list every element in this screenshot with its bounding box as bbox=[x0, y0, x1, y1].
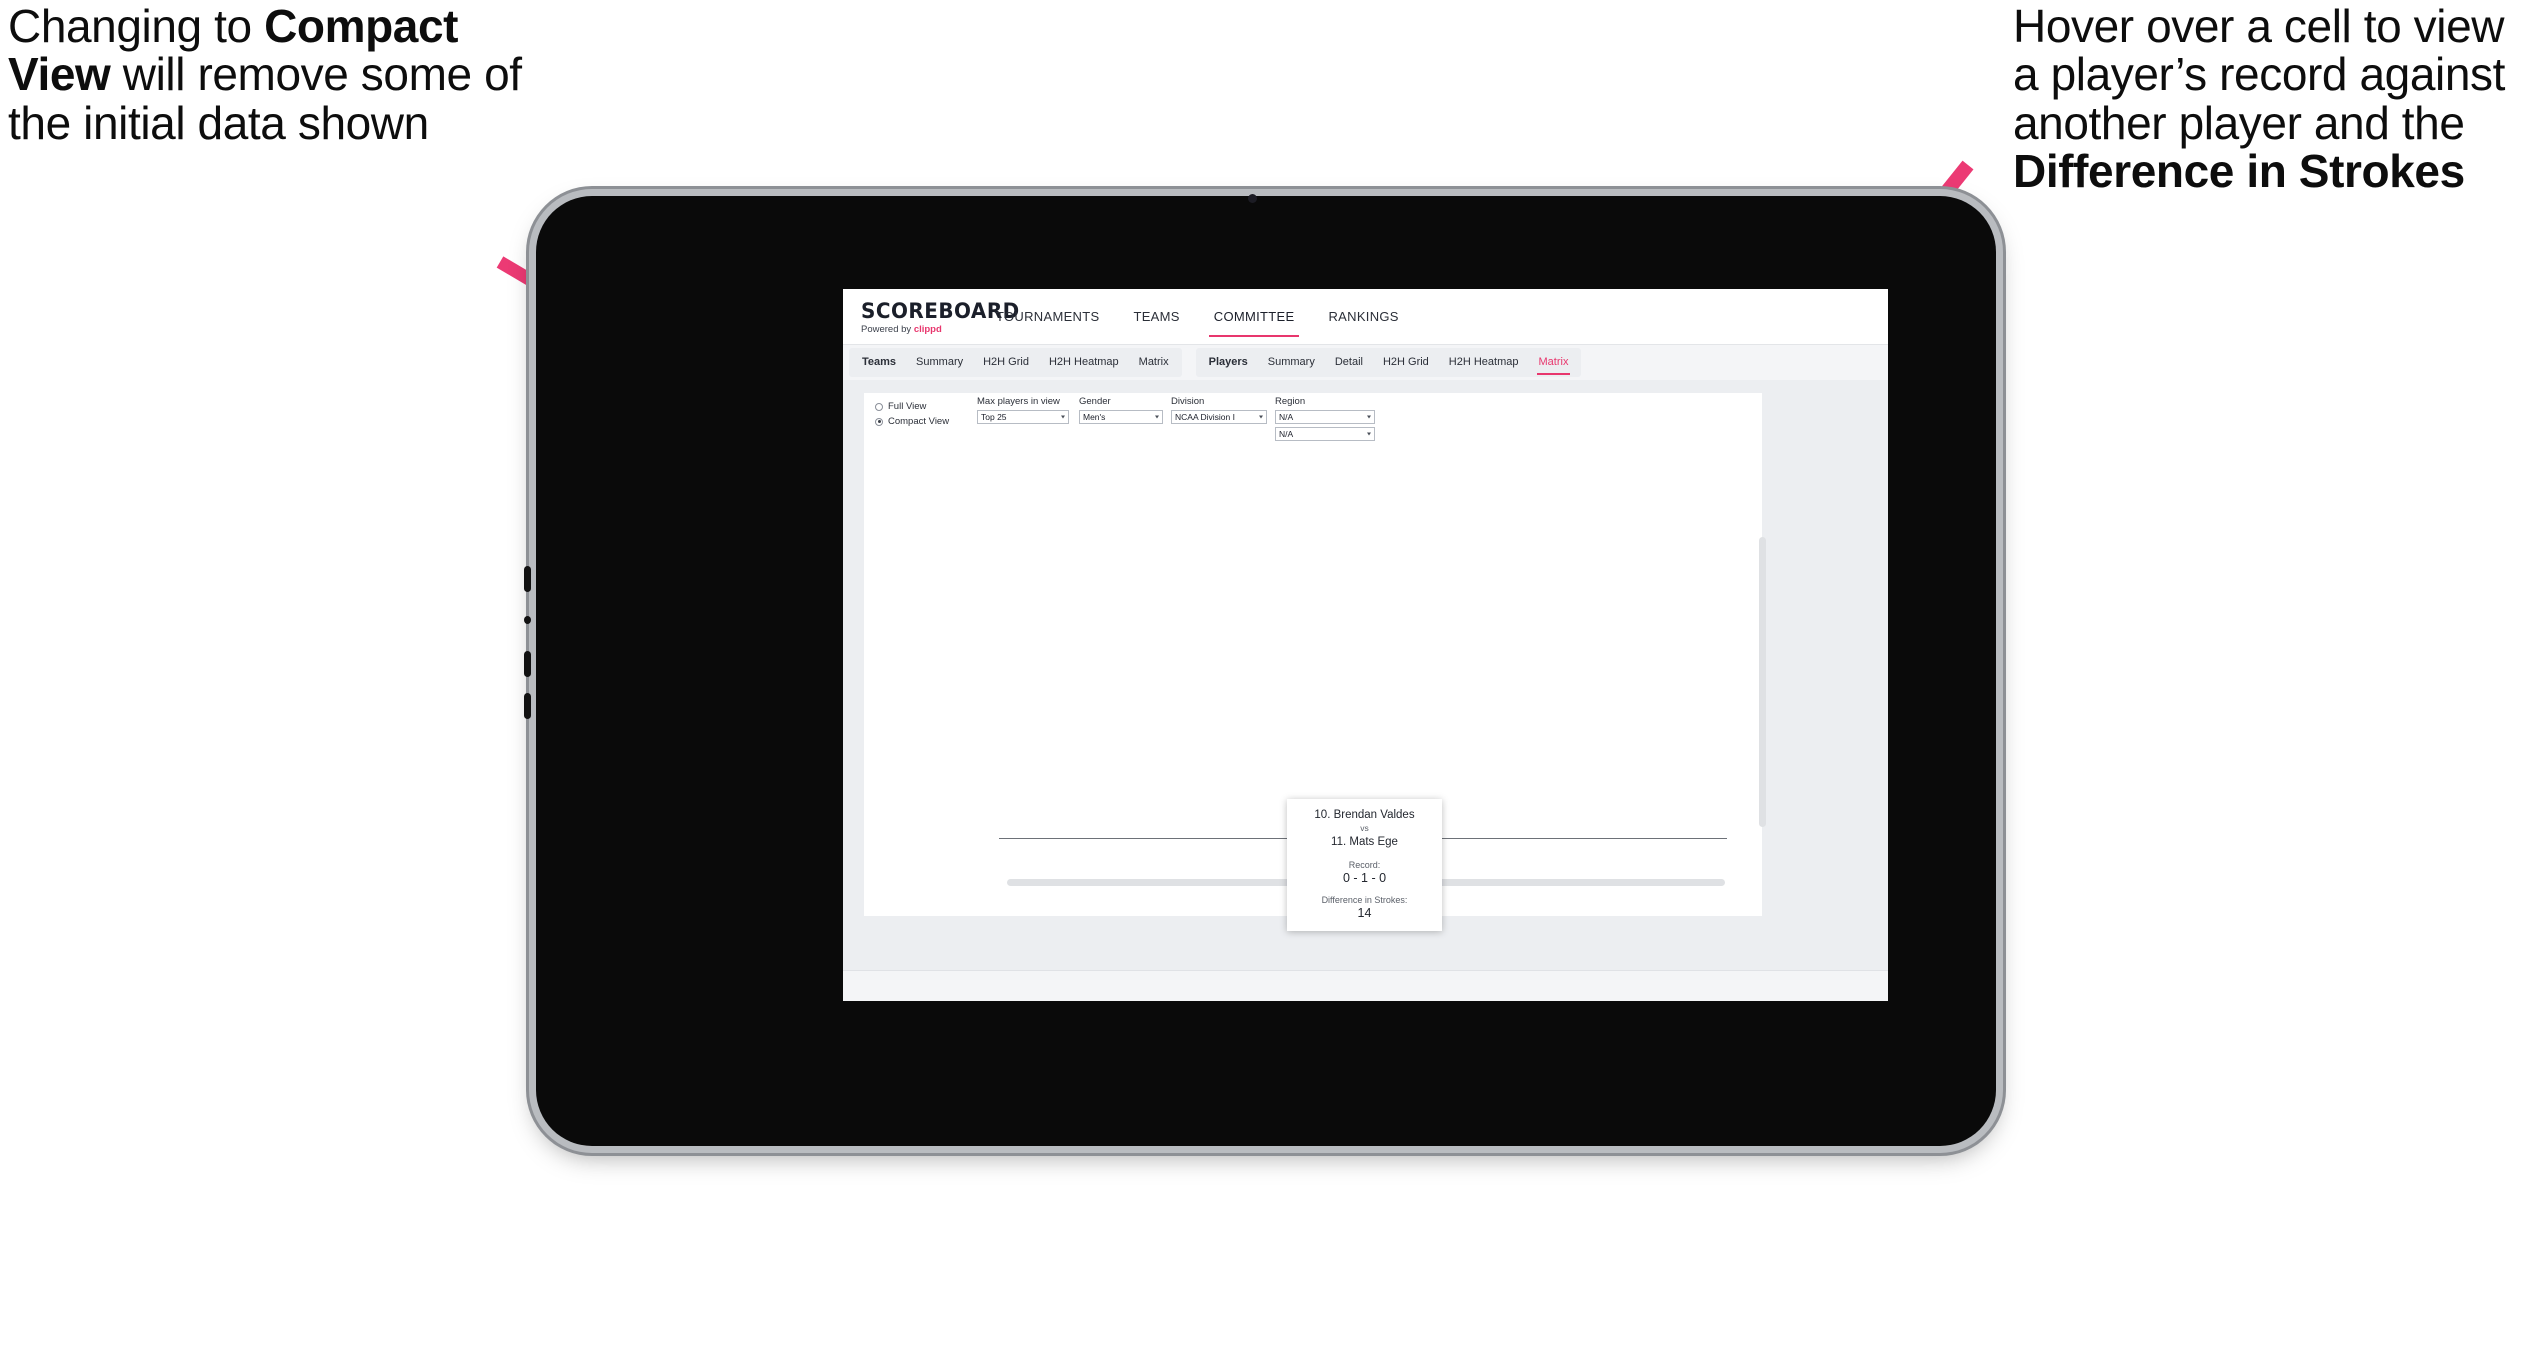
filter-select-max[interactable]: Top 25 bbox=[977, 410, 1069, 424]
radio-compact-view[interactable]: Compact View bbox=[875, 414, 967, 429]
filter-value: Top 25 bbox=[981, 412, 1007, 422]
filter-label-gender: Gender bbox=[1079, 396, 1111, 407]
annotation-left-part1: Changing to bbox=[8, 0, 265, 52]
filter-value: N/A bbox=[1279, 429, 1294, 439]
filter-max-players: Max players in view Top 25 bbox=[977, 396, 1069, 427]
tooltip-player-b: 11. Mats Ege bbox=[1331, 836, 1398, 849]
power-button[interactable] bbox=[524, 693, 531, 719]
nav-item-committee[interactable]: COMMITTEE bbox=[1197, 289, 1312, 344]
filter-region: Region N/A N/A bbox=[1275, 396, 1375, 444]
chevron-down-icon bbox=[1259, 415, 1263, 419]
filter-select-division[interactable]: NCAA Division I bbox=[1171, 410, 1267, 424]
radio-full-view[interactable]: Full View bbox=[875, 399, 967, 414]
filter-label-max: Max players in view bbox=[977, 396, 1060, 407]
primary-navigation: TOURNAMENTS TEAMS COMMITTEE RANKINGS bbox=[979, 289, 1416, 344]
filter-label-region: Region bbox=[1275, 396, 1306, 407]
filter-division: Division NCAA Division I bbox=[1171, 396, 1267, 427]
tooltip-player-a: 10. Brendan Valdes bbox=[1314, 809, 1415, 821]
nav-item-tournaments[interactable]: TOURNAMENTS bbox=[979, 289, 1116, 344]
brand-logo[interactable]: SCOREBOARD Powered by clippd bbox=[843, 289, 1020, 344]
annotation-right-bold: Difference in Strokes bbox=[2013, 144, 2465, 197]
nav-item-teams[interactable]: TEAMS bbox=[1116, 289, 1196, 344]
powered-prefix: Powered by bbox=[861, 323, 914, 335]
front-camera bbox=[1248, 194, 1257, 203]
tablet-device-frame: SCOREBOARD Powered by clippd TOURNAMENTS… bbox=[524, 194, 1996, 1146]
filter-select-gender[interactable]: Men's bbox=[1079, 410, 1163, 424]
tooltip-diff-label: Difference in Strokes: bbox=[1321, 894, 1408, 905]
subnav-item-summary[interactable]: Summary bbox=[1258, 348, 1325, 377]
subnav-item-h2h-grid[interactable]: H2H Grid bbox=[973, 348, 1039, 377]
volume-up-button[interactable] bbox=[524, 566, 531, 592]
radio-indicator bbox=[875, 402, 883, 411]
subnav-item-teams: Teams bbox=[862, 356, 897, 368]
filter-select-region-2[interactable]: N/A bbox=[1275, 427, 1375, 441]
subnav-group-players: Players Summary Detail H2H Grid H2H Heatmap M… bbox=[1195, 348, 1582, 377]
chevron-down-icon bbox=[1367, 432, 1371, 436]
subnav-item-h2h-heatmap[interactable]: H2H Heatmap bbox=[1039, 348, 1129, 377]
vertical-scrollbar-thumb[interactable] bbox=[1759, 537, 1766, 827]
filter-select-region[interactable]: N/A bbox=[1275, 410, 1375, 424]
logo-powered-by: Powered by clippd bbox=[861, 324, 979, 335]
secondary-navigation: Teams Summary H2H Grid H2H Heatmap Matrix Pl… bbox=[843, 345, 1888, 381]
nav-item-rankings[interactable]: RANKINGS bbox=[1311, 289, 1415, 344]
subnav-item-matrix[interactable]: Matrix bbox=[1529, 348, 1579, 377]
powered-brand: clippd bbox=[913, 323, 942, 335]
annotation-left: Changing to Compact View will remove som… bbox=[8, 2, 568, 147]
radio-label: Full View bbox=[888, 401, 927, 412]
annotation-right-part1: Hover over a cell to view a player’s rec… bbox=[2013, 0, 2506, 149]
subnav-group-teams: Teams Summary H2H Grid H2H Heatmap Matrix bbox=[849, 348, 1182, 377]
radio-label: Compact View bbox=[888, 416, 950, 427]
filter-value: Men's bbox=[1083, 412, 1106, 422]
tooltip-record-label: Record: bbox=[1348, 859, 1381, 870]
cell-hover-tooltip: 10. Brendan Valdes vs 11. Mats Ege Recor… bbox=[1287, 799, 1442, 931]
radio-indicator bbox=[875, 417, 883, 426]
tooltip-record-value: 0 - 1 - 0 bbox=[1342, 870, 1387, 885]
subnav-item-h2h-heatmap[interactable]: H2H Heatmap bbox=[1439, 348, 1529, 377]
volume-down-button[interactable] bbox=[524, 651, 531, 677]
subnav-item-detail[interactable]: Detail bbox=[1325, 348, 1373, 377]
chevron-down-icon bbox=[1061, 415, 1065, 419]
filter-bar: Full View Compact View Max players in vie… bbox=[864, 393, 1762, 441]
logo-wordmark: SCOREBOARD bbox=[861, 298, 1020, 323]
chevron-down-icon bbox=[1367, 415, 1371, 419]
subnav-item-matrix[interactable]: Matrix bbox=[1129, 348, 1179, 377]
filter-value: N/A bbox=[1279, 412, 1294, 422]
annotation-right: Hover over a cell to view a player’s rec… bbox=[2013, 2, 2521, 195]
bottom-toolbar bbox=[843, 970, 1888, 1001]
subnav-item-players: Players bbox=[1208, 356, 1248, 368]
app-header: SCOREBOARD Powered by clippd TOURNAMENTS… bbox=[843, 289, 1888, 345]
device-sensor bbox=[524, 616, 531, 624]
subnav-item-h2h-grid[interactable]: H2H Grid bbox=[1373, 348, 1439, 377]
subnav-item-summary[interactable]: Summary bbox=[906, 348, 973, 377]
chevron-down-icon bbox=[1155, 415, 1159, 419]
tooltip-diff-value: 14 bbox=[1357, 905, 1372, 920]
filter-gender: Gender Men's bbox=[1079, 396, 1163, 427]
tooltip-vs-label: vs bbox=[1360, 823, 1369, 834]
view-mode-radio-group: Full View Compact View bbox=[875, 399, 967, 429]
filter-value: NCAA Division I bbox=[1175, 412, 1235, 422]
filter-label-division: Division bbox=[1171, 396, 1205, 407]
